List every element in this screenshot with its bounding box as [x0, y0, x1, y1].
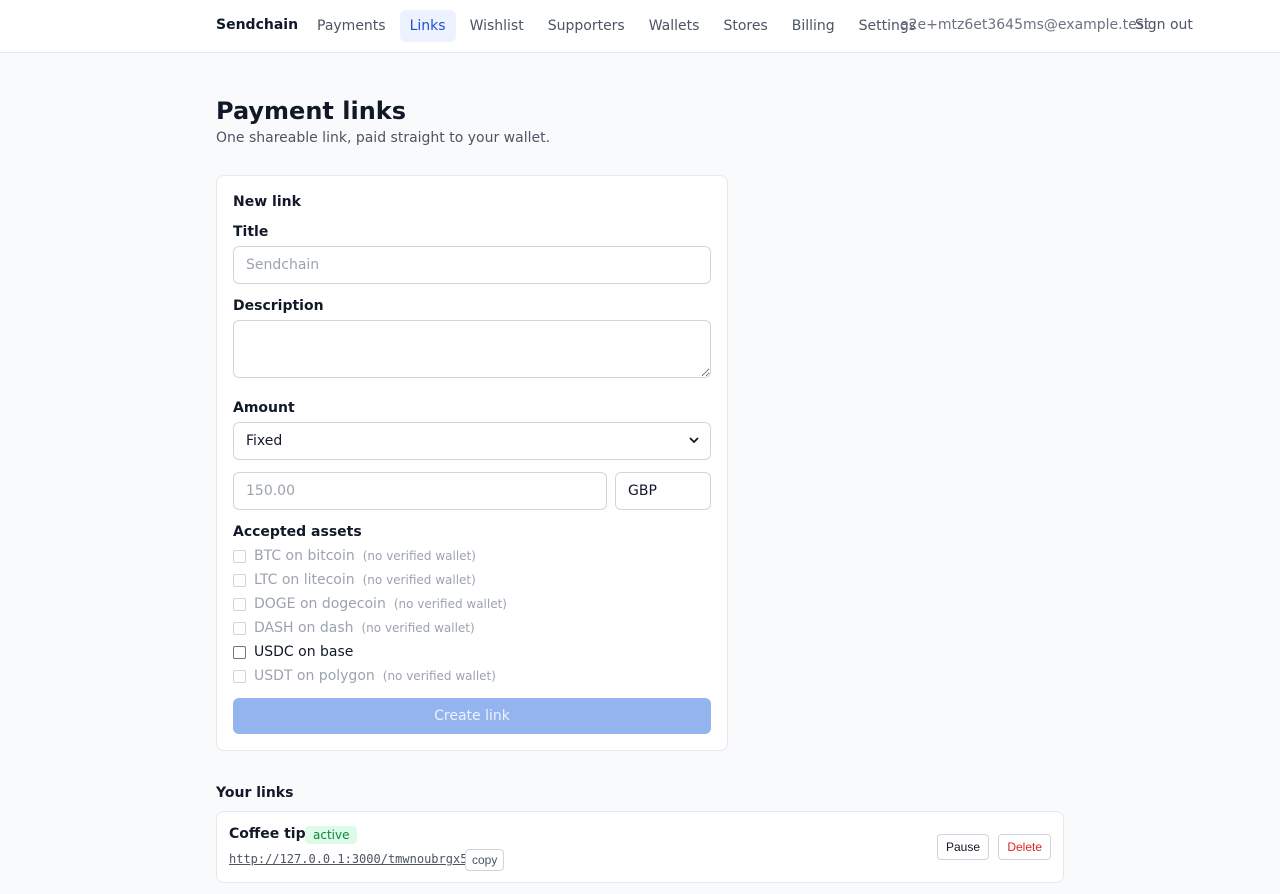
copy-button[interactable]: copy: [465, 849, 505, 871]
sign-out-link[interactable]: Sign out: [1135, 17, 1193, 33]
nav-wallets[interactable]: Wallets: [639, 10, 710, 42]
currency-input[interactable]: [615, 472, 711, 510]
asset-name: BTC on bitcoin: [254, 548, 355, 564]
nav-wishlist[interactable]: Wishlist: [460, 10, 534, 42]
page-subtitle: One shareable link, paid straight to you…: [216, 130, 551, 146]
create-link-button[interactable]: Create link: [233, 698, 711, 734]
asset-name: DASH on dash: [254, 620, 354, 636]
asset-checkbox[interactable]: [233, 645, 246, 659]
asset-option-doge: DOGE on dogecoin (no verified wallet): [233, 592, 711, 616]
nav-supporters[interactable]: Supporters: [538, 10, 635, 42]
assets-label: Accepted assets: [233, 524, 362, 540]
description-label: Description: [233, 298, 324, 314]
link-title: Coffee tip: [229, 826, 306, 842]
nav-billing[interactable]: Billing: [782, 10, 845, 42]
delete-button[interactable]: Delete: [998, 834, 1051, 860]
asset-checkbox: [233, 573, 246, 587]
asset-note: (no verified wallet): [382, 669, 496, 683]
amount-label: Amount: [233, 400, 295, 416]
description-textarea[interactable]: [233, 320, 711, 378]
asset-option-dash: DASH on dash (no verified wallet): [233, 616, 711, 640]
main-content: Payment links One shareable link, paid s…: [216, 53, 1064, 883]
asset-note: (no verified wallet): [393, 597, 507, 611]
amount-mode-value: Fixed: [246, 433, 283, 449]
link-url[interactable]: http://127.0.0.1:3000/tmwnoubrgx5: [229, 852, 467, 866]
asset-name: USDC on base: [254, 644, 354, 660]
asset-note: (no verified wallet): [362, 573, 476, 587]
assets-list: BTC on bitcoin (no verified wallet) LTC …: [233, 544, 711, 688]
asset-name: LTC on litecoin: [254, 572, 355, 588]
asset-checkbox: [233, 597, 246, 611]
nav-payments[interactable]: Payments: [307, 10, 396, 42]
pause-button[interactable]: Pause: [936, 834, 989, 860]
amount-input[interactable]: [233, 472, 607, 510]
nav-links[interactable]: Links: [399, 10, 456, 42]
asset-name: USDT on polygon: [254, 668, 375, 684]
amount-mode-select[interactable]: Fixed: [233, 422, 711, 460]
asset-note: (no verified wallet): [361, 621, 475, 635]
form-heading: New link: [233, 194, 301, 210]
link-item: Coffee tip active http://127.0.0.1:3000/…: [216, 811, 1064, 883]
asset-option-usdc[interactable]: USDC on base: [233, 640, 711, 664]
page-title: Payment links: [216, 97, 407, 125]
asset-note: (no verified wallet): [362, 549, 476, 563]
new-link-form: New link Title Description Amount Fixed …: [216, 175, 728, 751]
asset-checkbox: [233, 669, 246, 683]
user-email: e2e+mtz6et3645ms@example.test: [900, 17, 1150, 33]
nav-stores[interactable]: Stores: [713, 10, 777, 42]
main-nav: Payments Links Wishlist Supporters Walle…: [307, 10, 930, 42]
asset-option-usdt: USDT on polygon (no verified wallet): [233, 664, 711, 688]
amount-row: [233, 472, 711, 510]
your-links-heading: Your links: [216, 785, 294, 801]
asset-option-ltc: LTC on litecoin (no verified wallet): [233, 568, 711, 592]
brand-logo[interactable]: Sendchain: [216, 17, 298, 33]
chevron-down-icon: [689, 437, 699, 444]
title-input[interactable]: [233, 246, 711, 284]
status-badge: active: [305, 826, 358, 844]
title-label: Title: [233, 224, 269, 240]
asset-checkbox: [233, 549, 246, 563]
top-navbar: Sendchain Payments Links Wishlist Suppor…: [0, 0, 1280, 53]
asset-checkbox: [233, 621, 246, 635]
asset-name: DOGE on dogecoin: [254, 596, 386, 612]
asset-option-btc: BTC on bitcoin (no verified wallet): [233, 544, 711, 568]
